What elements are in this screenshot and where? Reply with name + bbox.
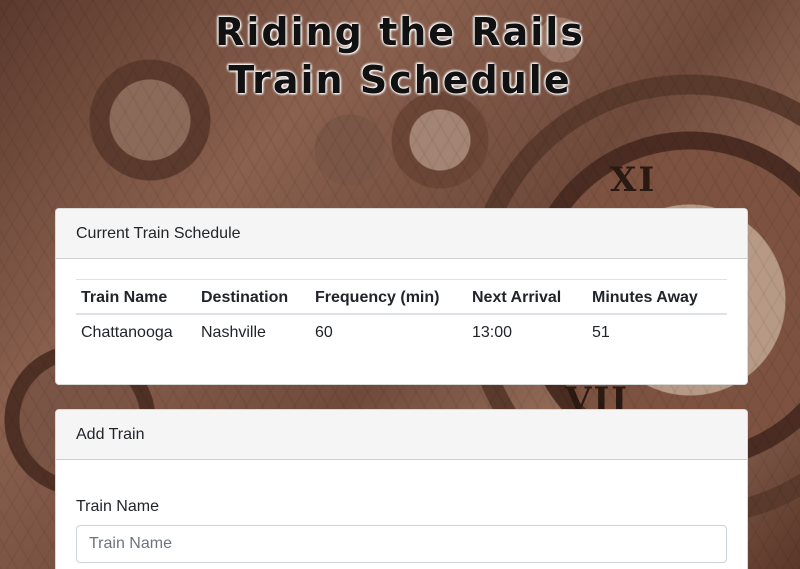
schedule-card-body: Train Name Destination Frequency (min) N… [56,259,747,351]
table-row: Chattanooga Nashville 60 13:00 51 [76,314,727,351]
column-header-next-arrival: Next Arrival [467,279,587,315]
column-header-minutes-away: Minutes Away [587,279,727,315]
clock-decoration: XI [610,160,657,200]
add-train-card: Add Train Train Name [55,409,748,569]
cell-frequency: 60 [315,324,333,341]
column-header-destination: Destination [196,279,310,315]
schedule-table: Train Name Destination Frequency (min) N… [76,279,727,351]
cell-train-name: Chattanooga [81,324,173,341]
cell-destination: Nashville [201,324,266,341]
train-name-label: Train Name [76,498,159,515]
table-header-row: Train Name Destination Frequency (min) N… [76,279,727,315]
schedule-card: Current Train Schedule Train Name Destin… [55,208,748,385]
schedule-card-header: Current Train Schedule [56,209,747,259]
train-name-input[interactable] [76,525,727,563]
add-train-card-header: Add Train [56,410,747,460]
add-train-form: Train Name [56,460,747,563]
page-title: Riding the Rails Train Schedule [215,10,585,102]
column-header-frequency: Frequency (min) [310,279,467,315]
cell-minutes-away: 51 [592,324,610,341]
column-header-train-name: Train Name [76,279,196,315]
cell-next-arrival: 13:00 [472,324,513,341]
